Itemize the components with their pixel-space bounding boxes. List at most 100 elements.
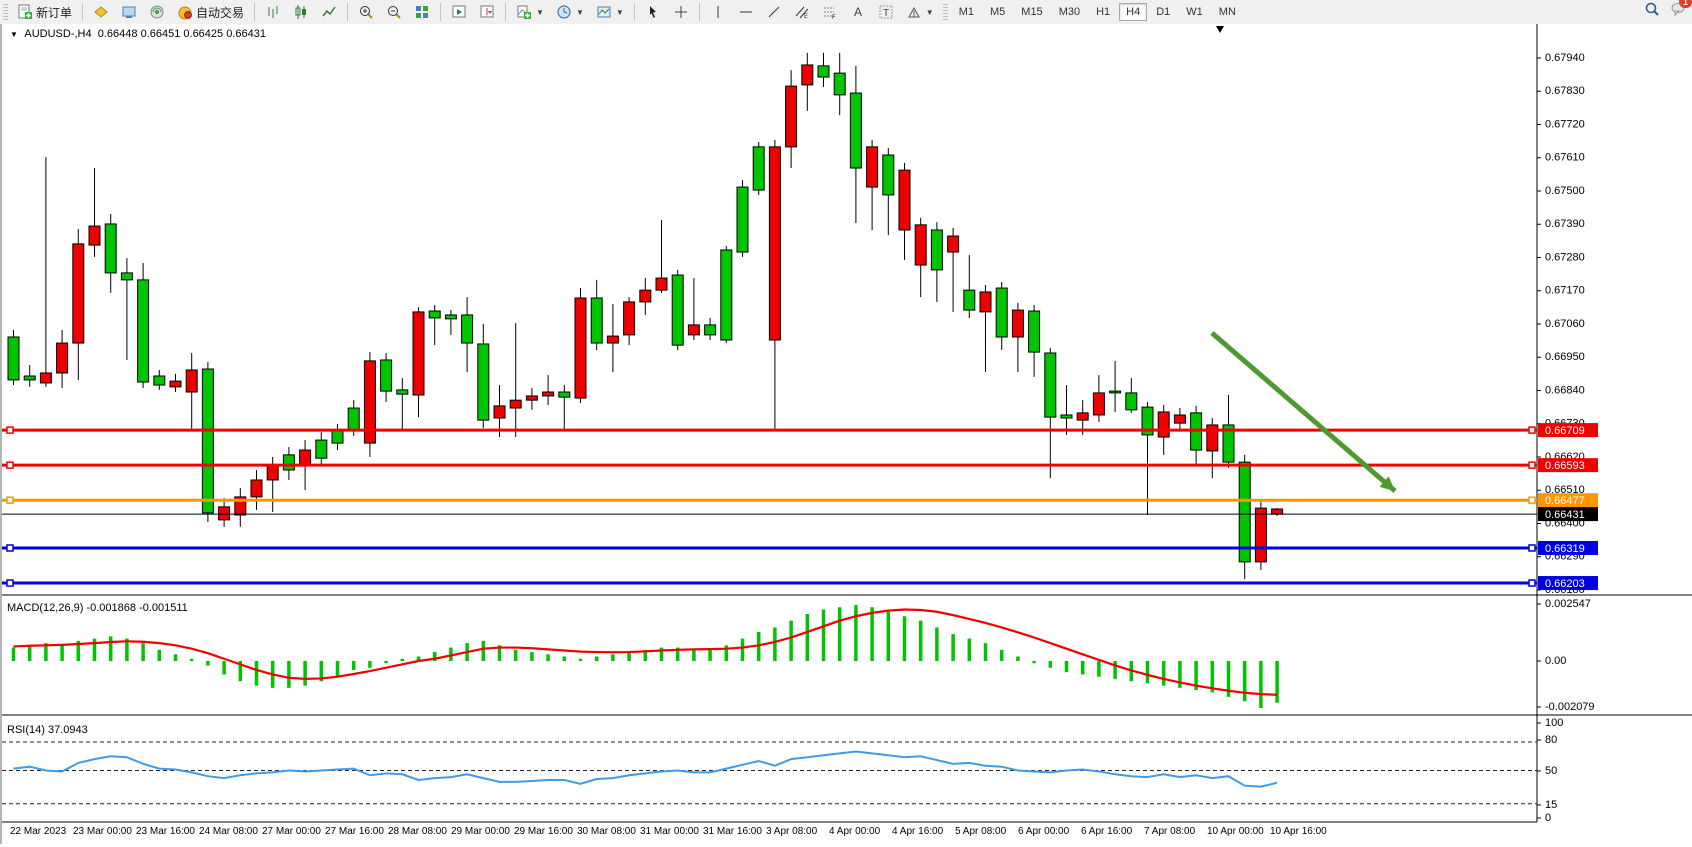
level-anchor[interactable] [1529,545,1535,551]
macd-indicator-label: MACD(12,26,9) -0.001868 -0.001511 [7,602,188,614]
signals-button[interactable] [144,1,170,23]
timeframe-button-m30[interactable]: M30 [1052,3,1087,21]
time-axis-label: 24 Mar 08:00 [199,826,258,837]
chart-title: ▼ AUDUSD-,H4 0.66448 0.66451 0.66425 0.6… [10,28,266,40]
candle [381,360,392,391]
auto-trading-button-label: 自动交易 [196,4,244,21]
level-anchor[interactable] [7,497,13,503]
candle [1110,391,1121,393]
candle [526,396,537,400]
timeframe-button-d1[interactable]: D1 [1149,3,1177,21]
timeframe-button-m1[interactable]: M1 [952,3,981,21]
level-anchor[interactable] [7,427,13,433]
candle [316,440,327,458]
mt4-terminal: { "toolbar": { "groups": [ {"items":[{"n… [0,0,1692,847]
terminal-button[interactable] [116,1,142,23]
templates-button[interactable]: ▼ [591,1,629,23]
level-anchor[interactable] [1529,462,1535,468]
chevron-down-icon: ▼ [926,8,934,17]
candle [24,376,35,380]
chat-icon[interactable]: 1 [1670,1,1686,22]
candle [996,288,1007,337]
candle [170,381,181,387]
timeframe-button-w1[interactable]: W1 [1179,3,1210,21]
timeframe-grip[interactable] [943,4,948,20]
level-anchor[interactable] [1529,427,1535,433]
candle [543,392,554,396]
channel-button[interactable]: E [789,1,815,23]
time-axis-label: 7 Apr 08:00 [1144,826,1196,837]
text-button[interactable]: A [845,1,871,23]
candle [883,155,894,195]
timeframe-button-h1[interactable]: H1 [1089,3,1117,21]
chart-collapse-icon[interactable]: ▼ [10,30,18,39]
chart-shift-button[interactable] [474,1,500,23]
hline-button[interactable] [733,1,759,23]
candle [786,86,797,147]
time-axis-label: 29 Mar 16:00 [514,826,573,837]
vline-button[interactable] [705,1,731,23]
auto-scroll-button[interactable] [446,1,472,23]
macd-signal-line [14,610,1278,695]
indicators-button[interactable]: ▼ [511,1,549,23]
fibonacci-button[interactable]: F [817,1,843,23]
time-axis-label: 27 Mar 00:00 [262,826,321,837]
candle [121,273,132,280]
time-axis-label: 23 Mar 16:00 [136,826,195,837]
timeframe-button-m15[interactable]: M15 [1014,3,1049,21]
price-tick-label: 0.67390 [1545,218,1585,230]
level-anchor[interactable] [7,462,13,468]
candlestick-button[interactable] [288,1,314,23]
time-axis-label: 22 Mar 2023 [10,826,67,837]
candle [348,408,359,430]
candle [154,376,165,385]
candle [1061,415,1072,418]
level-anchor[interactable] [7,580,13,586]
periods-button[interactable]: ▼ [551,1,589,23]
zoom-in-button[interactable] [353,1,379,23]
candle [1012,310,1023,337]
level-anchor[interactable] [1529,580,1535,586]
level-anchor[interactable] [7,545,13,551]
price-tick-label: 0.67170 [1545,285,1585,297]
zoom-out-button[interactable] [381,1,407,23]
timeframe-button-h4[interactable]: H4 [1119,3,1147,21]
candle [478,344,489,420]
tile-windows-button[interactable] [409,1,435,23]
time-axis-label: 29 Mar 00:00 [451,826,510,837]
label-button[interactable]: T [873,1,899,23]
search-icon[interactable] [1644,1,1660,22]
candle [1045,353,1056,417]
arrows-button[interactable]: ▼ [901,1,939,23]
price-level-chip-label: 0.66431 [1545,509,1585,521]
timeframe-button-m5[interactable]: M5 [983,3,1012,21]
new-order-button[interactable]: 新订单 [12,1,77,23]
toolbar-grip[interactable] [3,4,8,20]
level-anchor[interactable] [1529,497,1535,503]
market-depth-button[interactable] [88,1,114,23]
price-tick-label: 0.67830 [1545,85,1585,97]
bar-chart-button[interactable] [260,1,286,23]
candle [688,325,699,335]
chart-window[interactable]: 0.679400.678300.677200.676100.675000.673… [0,24,1692,844]
auto-trading-button[interactable]: 自动交易 [172,1,249,23]
macd-axis-label: -0.002079 [1545,701,1595,713]
candle [40,373,51,383]
chevron-down-icon: ▼ [616,8,624,17]
crosshair-button[interactable] [668,1,694,23]
rsi-axis-label: 15 [1545,799,1557,811]
svg-text:E: E [804,14,808,20]
price-tick-label: 0.67060 [1545,318,1585,330]
chart-canvas[interactable]: 0.679400.678300.677200.676100.675000.673… [2,24,1692,844]
chart-shift-marker[interactable] [1216,26,1224,33]
time-axis-label: 3 Apr 08:00 [766,826,818,837]
timeframe-button-mn[interactable]: MN [1212,3,1243,21]
line-chart-button[interactable] [316,1,342,23]
cursor-button[interactable] [640,1,666,23]
rsi-axis-label: 50 [1545,765,1557,777]
time-axis-label: 10 Apr 00:00 [1207,826,1264,837]
candle [705,325,716,335]
candle [802,65,813,85]
trendline-button[interactable] [761,1,787,23]
ohlc-low: 0.66425 [183,28,223,40]
